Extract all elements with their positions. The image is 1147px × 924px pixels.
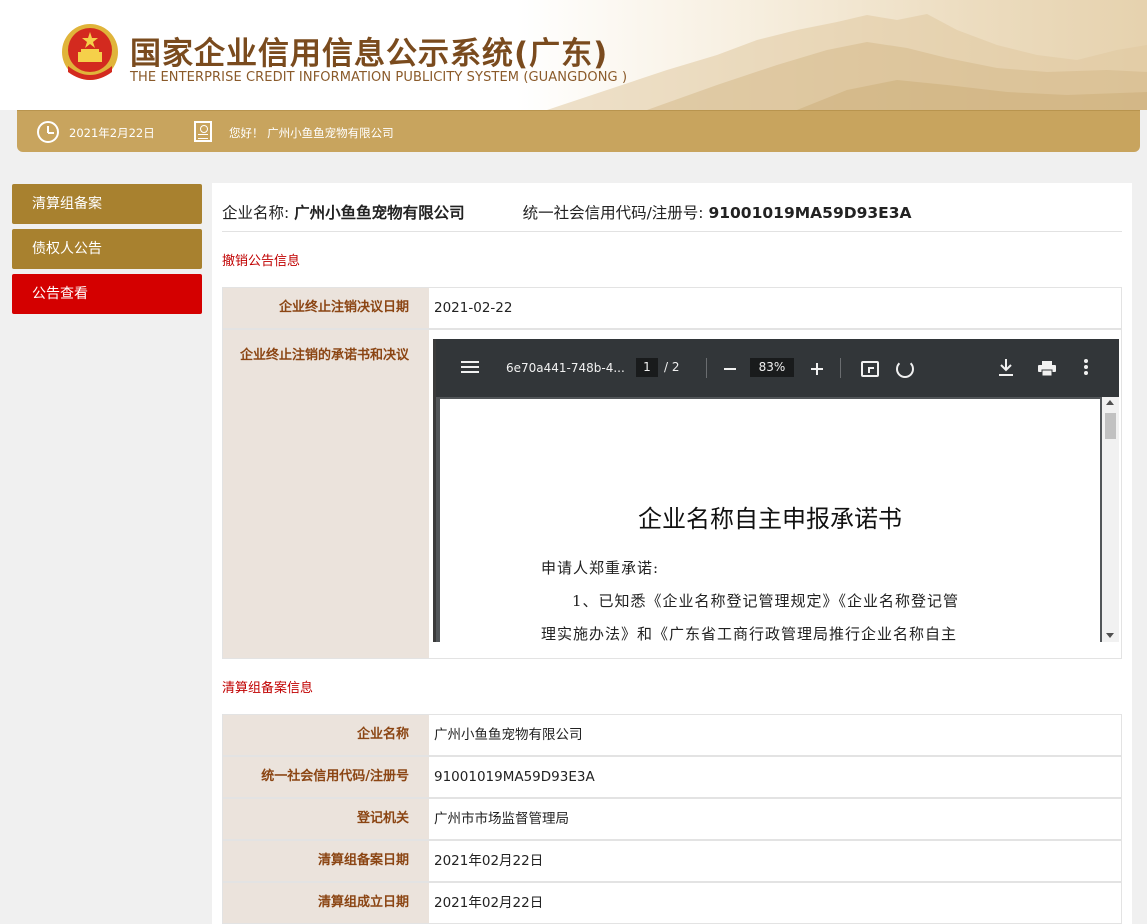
download-icon[interactable]	[999, 359, 1013, 377]
table-row: 企业终止注销决议日期 2021-02-22	[222, 287, 1122, 329]
company-name-label: 企业名称:	[222, 204, 290, 222]
zoom-in-icon[interactable]	[811, 363, 823, 375]
sidebar-item-creditor-notice[interactable]: 债权人公告	[12, 229, 202, 269]
toolbar-divider	[840, 358, 841, 378]
table-row: 登记机关 广州市市场监督管理局	[222, 798, 1122, 840]
pdf-toolbar: 6e70a441-748b-4... 1 / 2 83%	[436, 339, 1119, 397]
national-emblem-icon	[62, 24, 118, 80]
section-title-liquidation: 清算组备案信息	[222, 681, 314, 696]
row-label: 登记机关	[223, 799, 429, 839]
row-value: 2021-02-22	[434, 300, 513, 316]
document-line: 1、已知悉《企业名称登记管理规定》《企业名称登记管	[572, 592, 960, 610]
more-options-icon[interactable]	[1084, 359, 1088, 363]
user-card-icon	[194, 121, 212, 142]
greeting-text: 您好！ 广州小鱼鱼宠物有限公司	[229, 126, 394, 140]
menu-icon[interactable]	[461, 361, 479, 363]
mountain-background	[547, 14, 1147, 110]
row-label: 企业终止注销的承诺书和决议	[223, 330, 429, 658]
row-value: 91001019MA59D93E3A	[434, 769, 595, 785]
row-label: 清算组成立日期	[223, 883, 429, 923]
document-line: 申请人郑重承诺:	[541, 559, 660, 577]
site-title: 国家企业信用信息公示系统(广东)	[130, 36, 609, 72]
info-bar: 2021年2月22日 您好！ 广州小鱼鱼宠物有限公司	[17, 110, 1140, 152]
row-value: 2021年02月22日	[434, 853, 544, 869]
zoom-level-input[interactable]: 83%	[750, 358, 794, 377]
row-label: 统一社会信用代码/注册号	[223, 757, 429, 797]
scroll-up-icon[interactable]	[1106, 400, 1114, 405]
scroll-thumb[interactable]	[1105, 413, 1116, 439]
page-total: / 2	[664, 360, 680, 374]
row-value: 广州市市场监督管理局	[434, 811, 569, 827]
pdf-page: 企业名称自主申报承诺书 申请人郑重承诺: 1、已知悉《企业名称登记管理规定》《企…	[440, 399, 1100, 642]
section-title-revoke: 撤销公告信息	[222, 254, 301, 269]
pdf-scrollbar[interactable]	[1102, 397, 1119, 642]
document-title: 企业名称自主申报承诺书	[638, 505, 902, 533]
table-row: 企业名称 广州小鱼鱼宠物有限公司	[222, 714, 1122, 756]
document-line: 理实施办法》和《广东省工商行政管理局推行企业名称自主	[541, 625, 958, 642]
row-label: 企业名称	[223, 715, 429, 755]
table-row: 清算组备案日期 2021年02月22日	[222, 840, 1122, 882]
row-label: 企业终止注销决议日期	[223, 288, 429, 328]
credit-code: 91001019MA59D93E3A	[708, 204, 912, 222]
credit-code-label: 统一社会信用代码/注册号:	[522, 204, 704, 222]
row-label: 清算组备案日期	[223, 841, 429, 881]
main-content: 企业名称: 广州小鱼鱼宠物有限公司 统一社会信用代码/注册号: 91001019…	[212, 183, 1132, 924]
table-row: 统一社会信用代码/注册号 91001019MA59D93E3A	[222, 756, 1122, 798]
scroll-down-icon[interactable]	[1106, 633, 1114, 638]
current-date: 2021年2月22日	[69, 126, 155, 140]
company-name: 广州小鱼鱼宠物有限公司	[294, 204, 465, 222]
clock-icon	[37, 121, 59, 143]
site-subtitle: THE ENTERPRISE CREDIT INFORMATION PUBLIC…	[130, 70, 628, 85]
sidebar-item-liquidation-filing[interactable]: 清算组备案	[12, 184, 202, 224]
fit-page-icon[interactable]	[861, 361, 879, 377]
divider	[222, 231, 1122, 232]
zoom-out-icon[interactable]	[724, 368, 736, 370]
toolbar-divider	[706, 358, 707, 378]
company-header: 企业名称: 广州小鱼鱼宠物有限公司 统一社会信用代码/注册号: 91001019…	[222, 201, 912, 223]
sidebar-item-notice-view[interactable]: 公告查看	[12, 274, 202, 314]
rotate-icon[interactable]	[896, 360, 914, 378]
row-value: 广州小鱼鱼宠物有限公司	[434, 727, 583, 743]
site-header: 国家企业信用信息公示系统(广东) THE ENTERPRISE CREDIT I…	[0, 0, 1147, 110]
row-value: 2021年02月22日	[434, 895, 544, 911]
page-number-input[interactable]: 1	[636, 358, 658, 377]
pdf-filename: 6e70a441-748b-4...	[506, 361, 625, 375]
pdf-viewer[interactable]: 6e70a441-748b-4... 1 / 2 83% 企业名称自主申报承诺书	[433, 339, 1119, 642]
print-icon[interactable]	[1038, 361, 1056, 376]
table-row: 清算组成立日期 2021年02月22日	[222, 882, 1122, 924]
